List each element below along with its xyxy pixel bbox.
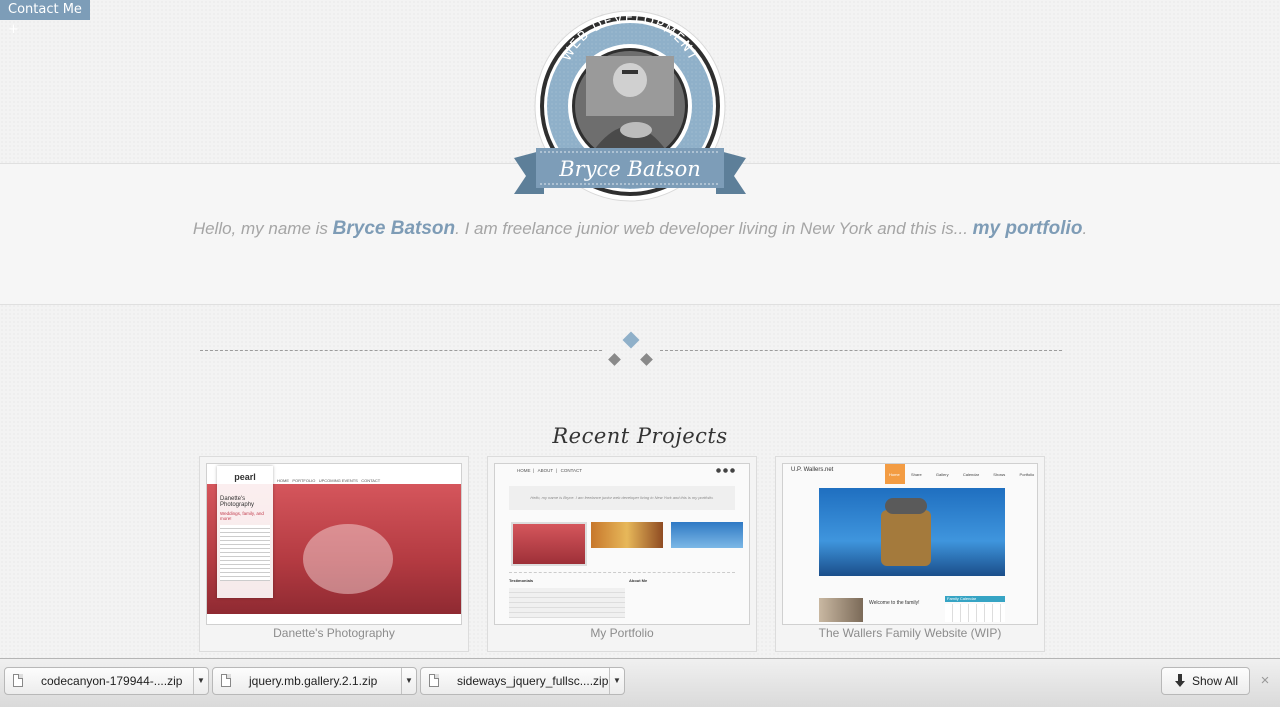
project-caption: Danette's Photography [273,626,395,640]
intro-name: Bryce Batson [332,218,456,239]
thumb-sidebar: pearl Danette's Photography Weddings, fa… [217,466,273,598]
project-thumbnail: U.P. Wallers.net Home Share Gallery Cale… [782,463,1038,625]
thumb-welcome: Welcome to the family! [869,600,920,606]
thumb-text [509,588,625,618]
project-card[interactable]: U.P. Wallers.net Home Share Gallery Cale… [775,456,1045,652]
thumb-tagline: Weddings, family, and more! [220,511,264,521]
download-filename: sideways_jquery_fullsc....zip [457,674,609,688]
thumb-brand: U.P. Wallers.net [791,467,834,473]
thumb-walle [881,510,931,566]
diamond-icon [640,353,653,366]
show-all-label: Show All [1192,674,1239,688]
thumb-nav-item: Portfolio [1019,472,1035,477]
thumb-nav: Share Gallery Calendar Shows Portfolio [911,472,1034,477]
thumb-about: About Me [629,578,648,583]
badge-name: Bryce Batson [558,157,701,181]
chevron-down-icon[interactable]: ▼ [401,668,416,694]
file-icon [429,674,439,687]
thumb-bride [303,524,393,594]
thumb-shot [511,522,587,566]
download-arrow-icon [1175,674,1185,687]
download-filename: jquery.mb.gallery.2.1.zip [249,674,378,688]
divider-right [660,350,1062,351]
thumb-nav-item: Gallery [935,472,949,477]
download-shelf: codecanyon-179944-....zip ▼ jquery.mb.ga… [0,658,1280,707]
download-item[interactable]: sideways_jquery_fullsc....zip ▼ [420,667,625,695]
download-filename: codecanyon-179944-....zip [41,674,183,688]
download-item[interactable]: codecanyon-179944-....zip ▼ [4,667,209,695]
close-icon[interactable]: × [1258,672,1272,689]
intro-prefix: Hello, my name is [192,219,333,238]
section-title: Recent Projects [552,424,728,448]
file-icon [221,674,231,687]
show-all-button[interactable]: Show All [1161,667,1250,695]
thumb-nav-item: CONTACT [560,468,583,473]
project-thumbnail: pearl Danette's Photography Weddings, fa… [206,463,462,625]
thumb-intro: Hello, my name is Bryce. I am freelance … [509,486,735,510]
contact-me-tab[interactable]: Contact Me + [0,0,90,37]
thumb-logo: pearl [234,472,256,482]
thumb-nav-item: CONTACT [361,478,381,483]
thumb-shot [591,522,663,548]
thumb-walle-eyes [885,498,927,514]
thumb-nav-item: HOME [277,478,289,483]
avatar [575,51,685,161]
thumb-text [220,525,270,581]
thumb-shot [671,522,743,548]
project-caption: The Wallers Family Website (WIP) [818,626,1002,640]
thumb-hero [819,488,1005,576]
thumb-nav: HOME PORTFOLIO UPCOMING EVENTS CONTACT [277,478,380,483]
thumb-heading: Danette's Photography [220,496,255,508]
intro-suffix: . [1082,219,1088,238]
intro-text: Hello, my name is Bryce Batson. I am fre… [0,218,1280,240]
project-card[interactable]: HOME | ABOUT | CONTACT Hello, my name is… [487,456,757,652]
thumb-nav-item: Shows [993,472,1006,477]
diamond-icon [608,353,621,366]
project-thumbnail: HOME | ABOUT | CONTACT Hello, my name is… [494,463,750,625]
project-card[interactable]: pearl Danette's Photography Weddings, fa… [199,456,469,652]
thumb-divider [509,572,735,573]
thumb-calendar: Family Calendar [945,596,1005,602]
thumb-nav-item: PORTFOLIO [292,478,316,483]
thumb-calendar-grid [945,604,1005,622]
download-item[interactable]: jquery.mb.gallery.2.1.zip ▼ [212,667,417,695]
thumb-nav-item: Share [911,472,922,477]
thumb-social-icons [715,468,735,473]
thumb-nav-item: ABOUT [537,468,554,473]
thumb-nav-item: Home [889,472,900,477]
chevron-down-icon[interactable]: ▼ [609,668,624,694]
thumb-footer [207,614,461,624]
chevron-down-icon[interactable]: ▼ [193,668,208,694]
file-icon [13,674,23,687]
thumb-testimonials: Testimonials [509,578,534,583]
profile-badge: WEB DEVELOPMENT Bryce Batson [514,10,746,202]
diamond-icon [622,331,640,349]
project-caption: My Portfolio [590,626,654,640]
thumb-nav-item: Calendar [962,472,980,477]
intro-middle: . I am freelance junior web developer li… [455,219,973,238]
portfolio-link[interactable]: my portfolio [973,218,1083,239]
thumb-photo [819,598,863,622]
divider-left [200,350,602,351]
thumb-nav-item: HOME [517,468,531,473]
thumb-nav-item: UPCOMING EVENTS [318,478,358,483]
thumb-nav: HOME | ABOUT | CONTACT [517,468,583,473]
